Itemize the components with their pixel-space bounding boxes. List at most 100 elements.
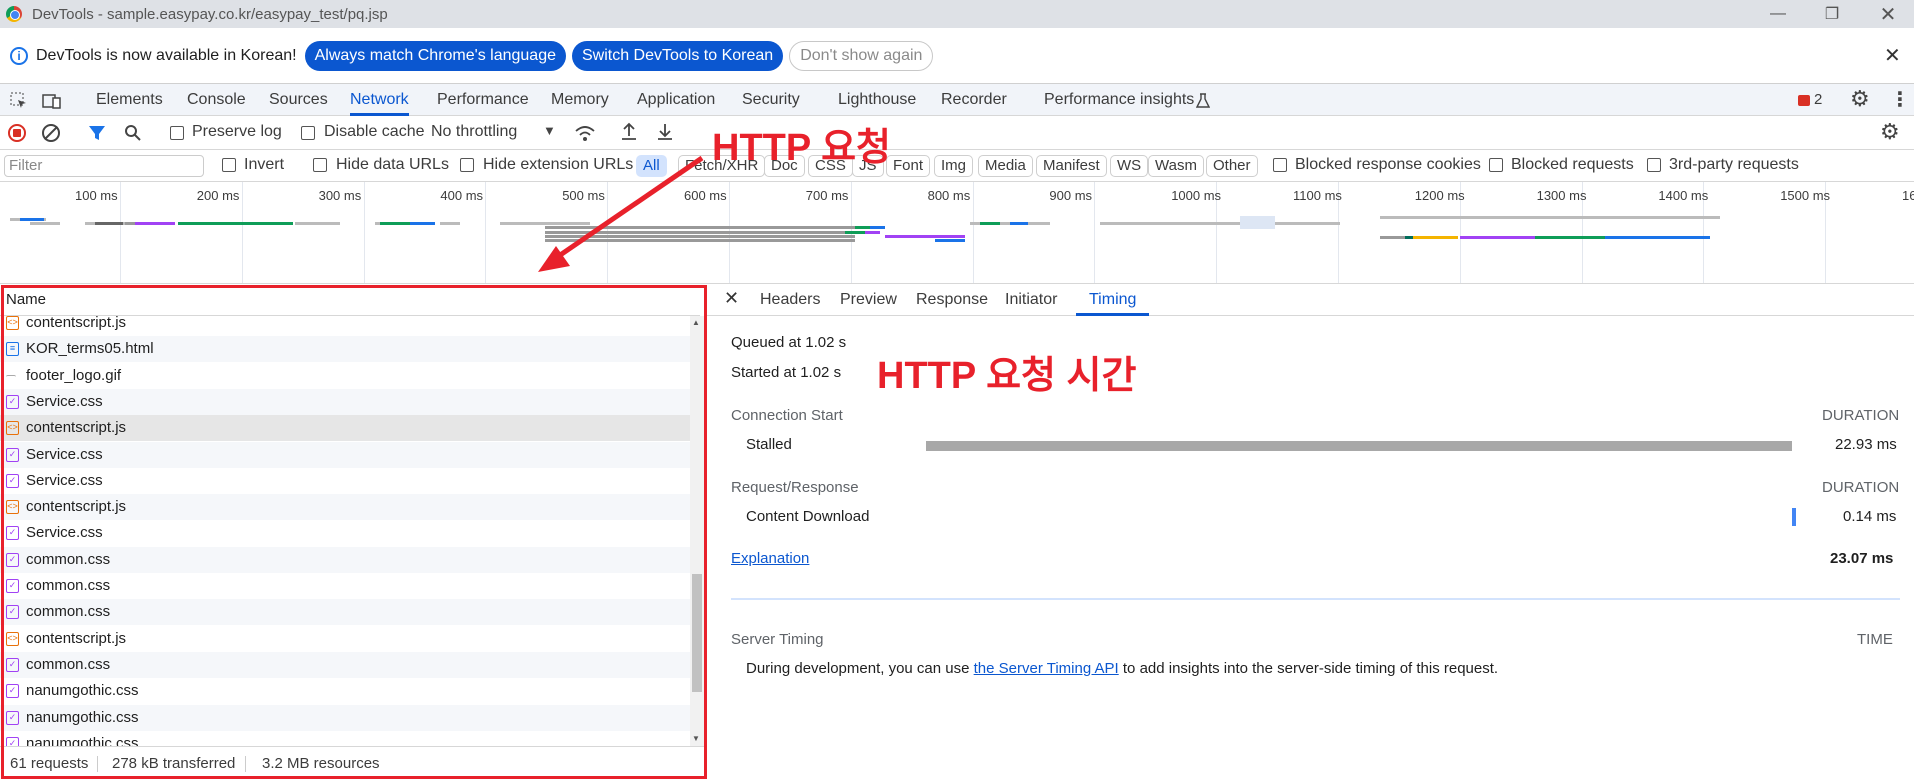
chip-wasm[interactable]: Wasm xyxy=(1148,155,1204,177)
restore-icon[interactable]: ❐ xyxy=(1802,0,1862,28)
tab-initiator[interactable]: Initiator xyxy=(1005,284,1057,316)
hide-extension-urls-checkbox[interactable] xyxy=(460,158,474,172)
more-options-icon[interactable]: ⋮ xyxy=(1890,87,1910,112)
network-settings-gear-icon[interactable]: ⚙ xyxy=(1880,119,1900,145)
chevron-down-icon[interactable]: ▼ xyxy=(543,123,556,138)
request-row[interactable]: ✓ Service.css xyxy=(0,520,690,546)
tab-network[interactable]: Network xyxy=(350,84,409,116)
request-row[interactable]: <> contentscript.js xyxy=(0,415,690,442)
tab-recorder[interactable]: Recorder xyxy=(941,84,1007,116)
duration-heading-1: DURATION xyxy=(1822,407,1900,424)
explanation-link[interactable]: Explanation xyxy=(731,550,809,567)
timeline-request-bar xyxy=(885,235,965,238)
tab-console[interactable]: Console xyxy=(187,84,246,116)
server-timing-api-link[interactable]: the Server Timing API xyxy=(974,660,1119,677)
record-stop-icon[interactable] xyxy=(8,124,26,142)
tab-sources[interactable]: Sources xyxy=(269,84,328,116)
preserve-log-checkbox[interactable] xyxy=(170,126,184,140)
inspect-element-icon[interactable] xyxy=(10,92,28,110)
chip-media[interactable]: Media xyxy=(978,155,1033,177)
tab-headers[interactable]: Headers xyxy=(760,284,820,316)
scroll-down-icon[interactable]: ▼ xyxy=(692,734,700,743)
chip-img[interactable]: Img xyxy=(934,155,974,177)
chip-manifest[interactable]: Manifest xyxy=(1036,155,1107,177)
always-match-language-button[interactable]: Always match Chrome's language xyxy=(304,40,566,71)
close-detail-icon[interactable]: ✕ xyxy=(724,288,739,309)
tab-timing[interactable]: Timing xyxy=(1076,284,1150,316)
export-har-icon[interactable] xyxy=(656,122,674,142)
request-row[interactable]: ✓ nanumgothic.css xyxy=(0,731,690,746)
js-file-icon: <> xyxy=(6,421,19,436)
minimize-icon[interactable]: — xyxy=(1748,0,1808,28)
third-party-checkbox[interactable] xyxy=(1647,158,1661,172)
network-overview-timeline[interactable]: 100 ms 200 ms 300 ms 400 ms 500 ms 600 ms 700 … xyxy=(0,182,1914,284)
tab-application[interactable]: Application xyxy=(637,84,715,116)
request-name: contentscript.js xyxy=(26,629,127,647)
chip-font[interactable]: Font xyxy=(886,155,931,177)
tab-elements[interactable]: Elements xyxy=(96,84,163,116)
blocked-requests-checkbox[interactable] xyxy=(1489,158,1503,172)
request-row[interactable]: footer_logo.gif xyxy=(0,363,690,389)
tab-security[interactable]: Security xyxy=(742,84,800,116)
invert-checkbox[interactable] xyxy=(222,158,236,172)
request-row[interactable]: ✓ common.css xyxy=(0,573,690,599)
scroll-up-icon[interactable]: ▲ xyxy=(692,318,700,327)
request-row[interactable]: ✓ nanumgothic.css xyxy=(0,704,690,731)
request-name: Service.css xyxy=(26,524,103,542)
requests-scrollbar-thumb[interactable] xyxy=(692,574,702,692)
timeline-tick-label: 700 ms xyxy=(805,188,849,203)
request-row[interactable]: ✓ nanumgothic.css xyxy=(0,678,690,704)
request-row[interactable]: ≡ KOR_terms05.html xyxy=(0,336,690,363)
request-name: common.css xyxy=(26,603,111,621)
tab-lighthouse[interactable]: Lighthouse xyxy=(838,84,916,116)
close-window-icon[interactable]: ✕ xyxy=(1858,0,1914,28)
request-row[interactable]: <> contentscript.js xyxy=(0,626,690,652)
search-icon[interactable] xyxy=(124,124,142,142)
requests-list: <> contentscript.js ≡ KOR_terms05.html foote… xyxy=(0,316,690,746)
request-row[interactable]: ✓ Service.css xyxy=(0,468,690,494)
device-toolbar-icon[interactable] xyxy=(42,92,62,110)
switch-to-korean-button[interactable]: Switch DevTools to Korean xyxy=(571,40,784,71)
tab-performance-insights[interactable]: Performance insights xyxy=(1044,84,1194,116)
request-row[interactable]: ✓ Service.css xyxy=(0,441,690,468)
network-conditions-icon[interactable] xyxy=(574,124,596,142)
timeline-request-bar xyxy=(20,218,44,221)
tab-response[interactable]: Response xyxy=(916,284,988,316)
request-name: nanumgothic.css xyxy=(26,734,139,746)
name-column-header[interactable]: Name xyxy=(0,284,700,316)
timeline-tick-label: 1400 ms xyxy=(1658,188,1709,203)
request-row[interactable]: ✓ common.css xyxy=(0,599,690,626)
clear-log-icon[interactable] xyxy=(42,124,60,142)
disable-cache-checkbox[interactable] xyxy=(301,126,315,140)
import-har-icon[interactable] xyxy=(620,122,638,142)
request-row[interactable]: ✓ Service.css xyxy=(0,388,690,415)
throttling-select[interactable]: No throttling xyxy=(431,123,517,141)
filter-icon[interactable] xyxy=(88,124,106,142)
timeline-request-bar xyxy=(845,231,865,234)
request-name: Service.css xyxy=(26,392,103,410)
close-infobar-icon[interactable]: ✕ xyxy=(1884,43,1901,68)
tab-performance[interactable]: Performance xyxy=(437,84,529,116)
css-file-icon: ✓ xyxy=(6,394,19,409)
chip-ws[interactable]: WS xyxy=(1110,155,1149,177)
request-row[interactable]: ✓ common.css xyxy=(0,546,690,573)
issues-icon[interactable] xyxy=(1798,95,1810,106)
filter-input[interactable]: Filter xyxy=(4,155,204,177)
settings-gear-icon[interactable]: ⚙ xyxy=(1850,86,1870,112)
blocked-cookies-checkbox[interactable] xyxy=(1273,158,1287,172)
request-row[interactable]: <> contentscript.js xyxy=(0,316,690,336)
request-row[interactable]: <> contentscript.js xyxy=(0,494,690,521)
dont-show-again-button[interactable]: Don't show again xyxy=(789,40,934,71)
chip-other[interactable]: Other xyxy=(1206,155,1258,177)
request-row[interactable]: ✓ common.css xyxy=(0,651,690,678)
request-name: Service.css xyxy=(26,445,103,463)
http-request-annotation: HTTP 요청 xyxy=(712,127,892,169)
timeline-tick-label: 800 ms xyxy=(927,188,971,203)
issues-count[interactable]: 2 xyxy=(1814,91,1822,108)
tab-preview[interactable]: Preview xyxy=(840,284,897,316)
hide-data-urls-checkbox[interactable] xyxy=(313,158,327,172)
tab-memory[interactable]: Memory xyxy=(551,84,609,116)
timeline-request-bar xyxy=(135,222,175,225)
timeline-tick-label: 1500 ms xyxy=(1780,188,1831,203)
started-at: Started at 1.02 s xyxy=(731,364,842,381)
